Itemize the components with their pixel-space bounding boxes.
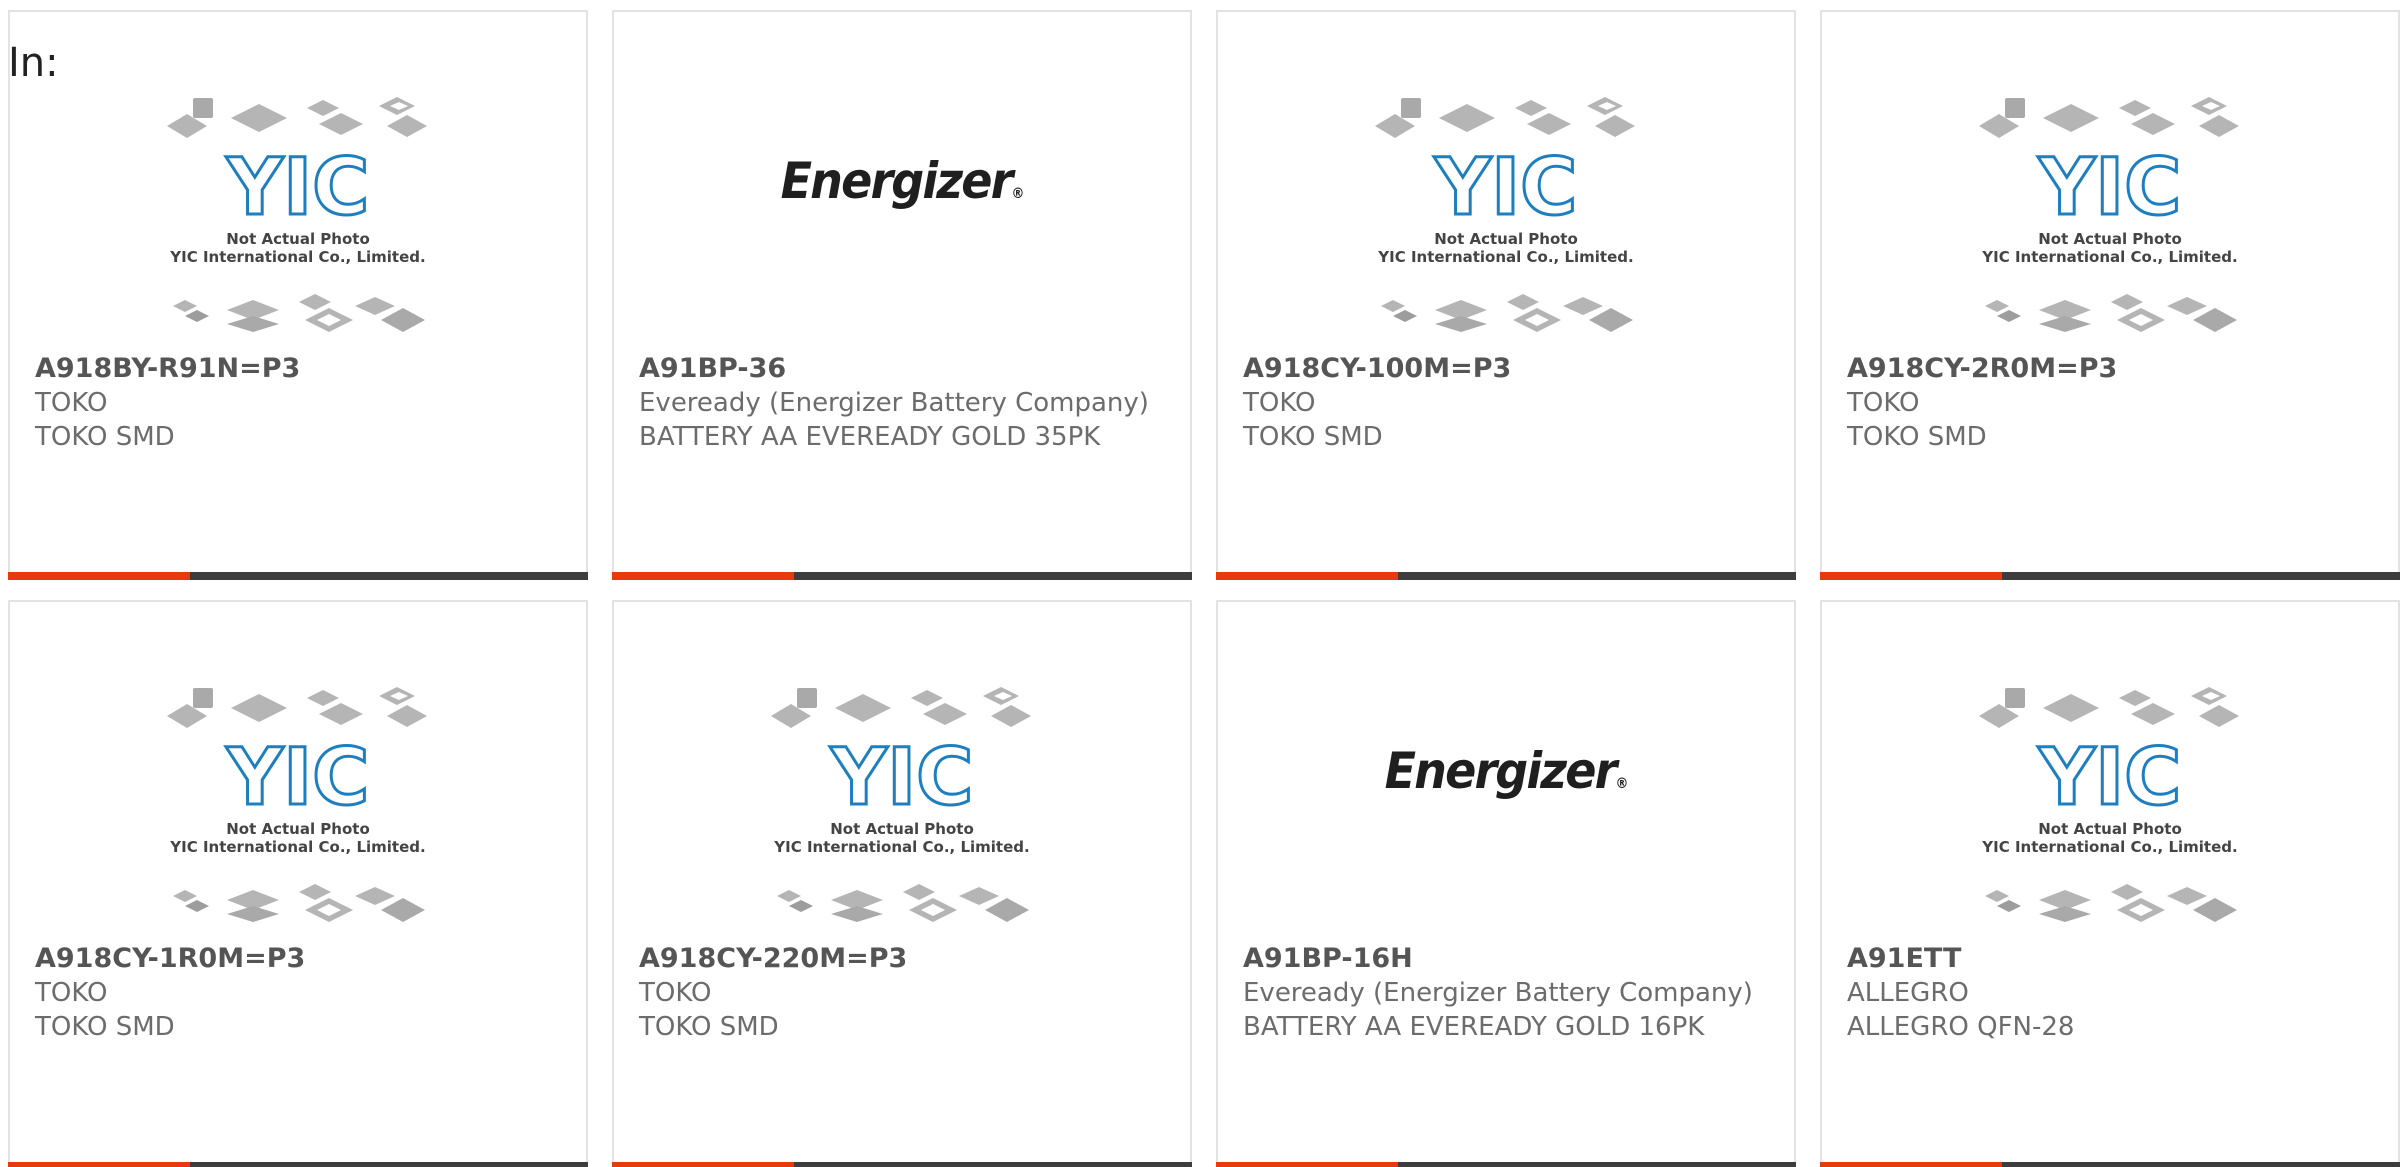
part-number[interactable]: A918CY-1R0M=P3	[35, 942, 561, 976]
caption-company: YIC International Co., Limited.	[169, 248, 425, 266]
part-number[interactable]: A918CY-100M=P3	[1243, 352, 1769, 386]
card-bottom-bar	[1820, 572, 2400, 580]
manufacturer: Eveready (Energizer Battery Company)	[639, 388, 1149, 418]
product-image[interactable]: YIC Not Actual Photo YIC International Co.…	[1218, 94, 1794, 358]
card-bar-accent	[8, 572, 190, 580]
card-bottom-bar	[1820, 1162, 2400, 1167]
description: BATTERY AA EVEREADY GOLD 16PK	[1243, 1012, 1705, 1042]
card-bar-accent	[1216, 572, 1398, 580]
caption-not-actual-photo: Not Actual Photo	[226, 820, 370, 838]
card-bottom-bar	[8, 1162, 588, 1167]
product-image[interactable]: YIC Not Actual Photo YIC International Co.…	[10, 94, 586, 358]
caption-not-actual-photo: Not Actual Photo	[2038, 820, 2182, 838]
product-info: A918CY-220M=P3 TOKO TOKO SMD	[639, 942, 1165, 1044]
product-image[interactable]: YIC Not Actual Photo YIC International Co.…	[10, 684, 586, 948]
manufacturer: TOKO	[1847, 388, 1920, 418]
card-bar-accent	[8, 1162, 190, 1167]
yic-logo: YIC	[1434, 143, 1578, 233]
manufacturer: TOKO	[35, 388, 108, 418]
product-card-5[interactable]: YIC Not Actual Photo YIC International Co.…	[8, 600, 588, 1167]
manufacturer: ALLEGRO	[1847, 978, 1969, 1008]
card-bottom-bar	[1216, 1162, 1796, 1167]
card-bar-accent	[1820, 1162, 2002, 1167]
product-grid: YIC Not Actual Photo YIC International Co.…	[8, 10, 2400, 1167]
card-bottom-bar	[1216, 572, 1796, 580]
not-actual-photo-placeholder: YICNot Actual PhotoYIC International Co.…	[167, 687, 427, 922]
product-info: A918CY-1R0M=P3 TOKO TOKO SMD	[35, 942, 561, 1044]
product-card-3[interactable]: YIC Not Actual Photo YIC International Co.…	[1216, 10, 1796, 580]
part-number[interactable]: A91ETT	[1847, 942, 2373, 976]
part-number[interactable]: A918CY-220M=P3	[639, 942, 1165, 976]
product-image[interactable]: YIC Not Actual Photo YIC International Co.…	[614, 684, 1190, 948]
description: TOKO SMD	[639, 1012, 779, 1042]
manufacturer: Eveready (Energizer Battery Company)	[1243, 978, 1753, 1008]
manufacturer: TOKO	[639, 978, 712, 1008]
product-info: A91BP-16H Eveready (Energizer Battery Co…	[1243, 942, 1769, 1044]
product-card-1[interactable]: YIC Not Actual Photo YIC International Co.…	[8, 10, 588, 580]
product-card-2[interactable]: Energizer® A91BP-36 Eveready (Energizer …	[612, 10, 1192, 580]
caption-company: YIC International Co., Limited.	[1981, 838, 2237, 856]
card-bar-accent	[612, 1162, 794, 1167]
caption-company: YIC International Co., Limited.	[1981, 248, 2237, 266]
description: ALLEGRO QFN-28	[1847, 1012, 2075, 1042]
caption-company: YIC International Co., Limited.	[169, 838, 425, 856]
caption-not-actual-photo: Not Actual Photo	[1434, 230, 1578, 248]
product-card-4[interactable]: YIC Not Actual Photo YIC International Co.…	[1820, 10, 2400, 580]
card-bottom-bar	[8, 572, 588, 580]
part-number[interactable]: A918BY-R91N=P3	[35, 352, 561, 386]
caption-not-actual-photo: Not Actual Photo	[2038, 230, 2182, 248]
manufacturer: TOKO	[1243, 388, 1316, 418]
product-image[interactable]: Energizer®	[1218, 684, 1794, 948]
card-bar-accent	[1216, 1162, 1398, 1167]
yic-logo: YIC	[226, 733, 370, 823]
product-image[interactable]: YIC Not Actual Photo YIC International Co.…	[1822, 94, 2398, 358]
part-number[interactable]: A91BP-36	[639, 352, 1165, 386]
yic-logo: YIC	[830, 733, 974, 823]
yic-logo: YIC	[226, 143, 370, 233]
product-info: A91BP-36 Eveready (Energizer Battery Com…	[639, 352, 1165, 454]
product-image[interactable]: YIC Not Actual Photo YIC International Co.…	[1822, 684, 2398, 948]
energizer-logo: Energizer®	[780, 152, 1024, 210]
yic-logo: YIC	[2038, 143, 2182, 233]
not-actual-photo-placeholder: YICNot Actual PhotoYIC International Co.…	[1375, 97, 1635, 332]
yic-logo: YIC	[2038, 733, 2182, 823]
card-bar-accent	[1820, 572, 2002, 580]
card-bar-accent	[612, 572, 794, 580]
product-info: A918CY-2R0M=P3 TOKO TOKO SMD	[1847, 352, 2373, 454]
product-info: A918CY-100M=P3 TOKO TOKO SMD	[1243, 352, 1769, 454]
not-actual-photo-placeholder: YICNot Actual PhotoYIC International Co.…	[1979, 687, 2239, 922]
card-bottom-bar	[612, 572, 1192, 580]
description: BATTERY AA EVEREADY GOLD 35PK	[639, 422, 1101, 452]
energizer-logo: Energizer®	[1384, 742, 1628, 800]
part-number[interactable]: A918CY-2R0M=P3	[1847, 352, 2373, 386]
product-grid-page: YIC Not Actual Photo YIC International Co.…	[0, 0, 2400, 1167]
manufacturer: TOKO	[35, 978, 108, 1008]
card-bottom-bar	[612, 1162, 1192, 1167]
description: TOKO SMD	[35, 422, 175, 452]
in-label: In:	[8, 40, 59, 86]
part-number[interactable]: A91BP-16H	[1243, 942, 1769, 976]
product-card-6[interactable]: YIC Not Actual Photo YIC International Co.…	[612, 600, 1192, 1167]
caption-not-actual-photo: Not Actual Photo	[226, 230, 370, 248]
not-actual-photo-placeholder: YICNot Actual PhotoYIC International Co.…	[1979, 97, 2239, 332]
product-card-8[interactable]: YIC Not Actual Photo YIC International Co.…	[1820, 600, 2400, 1167]
description: TOKO SMD	[35, 1012, 175, 1042]
not-actual-photo-placeholder: YICNot Actual PhotoYIC International Co.…	[771, 687, 1031, 922]
not-actual-photo-placeholder: YICNot Actual PhotoYIC International Co.…	[167, 97, 427, 332]
caption-company: YIC International Co., Limited.	[773, 838, 1029, 856]
product-info: A91ETT ALLEGRO ALLEGRO QFN-28	[1847, 942, 2373, 1044]
description: TOKO SMD	[1243, 422, 1383, 452]
caption-not-actual-photo: Not Actual Photo	[830, 820, 974, 838]
product-card-7[interactable]: Energizer® A91BP-16H Eveready (Energizer…	[1216, 600, 1796, 1167]
description: TOKO SMD	[1847, 422, 1987, 452]
product-info: A918BY-R91N=P3 TOKO TOKO SMD	[35, 352, 561, 454]
product-image[interactable]: Energizer®	[614, 94, 1190, 358]
caption-company: YIC International Co., Limited.	[1377, 248, 1633, 266]
